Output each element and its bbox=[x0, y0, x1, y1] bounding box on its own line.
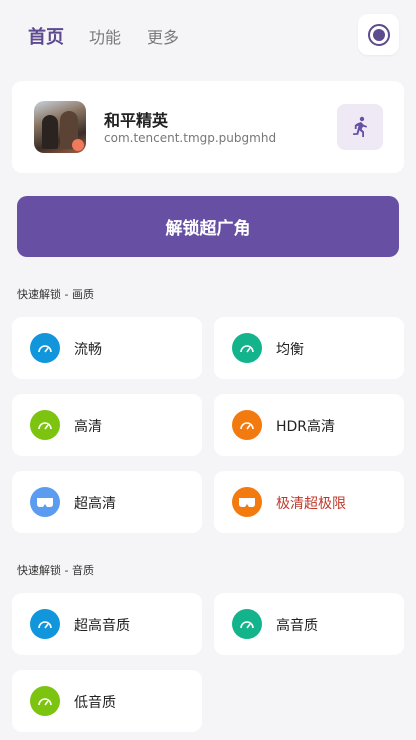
option-smooth[interactable]: 流畅 bbox=[12, 317, 202, 379]
section-title-audio: 快速解锁 - 音质 bbox=[17, 564, 94, 577]
option-label: 超高清 bbox=[74, 496, 116, 512]
option-hd[interactable]: 高清 bbox=[12, 394, 202, 456]
speedometer-icon bbox=[232, 410, 262, 440]
speedometer-icon bbox=[30, 333, 60, 363]
vr-goggles-icon bbox=[30, 487, 60, 517]
option-ultra-hd[interactable]: 超高清 bbox=[12, 471, 202, 533]
speedometer-icon bbox=[30, 410, 60, 440]
app-card[interactable]: 和平精英 com.tencent.tmgp.pubgmhd bbox=[12, 81, 404, 173]
option-label: HDR高清 bbox=[276, 419, 336, 435]
option-low-audio[interactable]: 低音质 bbox=[12, 670, 202, 732]
speedometer-icon bbox=[232, 609, 262, 639]
option-high-audio[interactable]: 高音质 bbox=[214, 593, 404, 655]
tab-more[interactable]: 更多 bbox=[147, 24, 179, 48]
option-label: 流畅 bbox=[74, 342, 102, 358]
app-name: 和平精英 bbox=[104, 111, 169, 130]
option-balanced[interactable]: 均衡 bbox=[214, 317, 404, 379]
tab-features[interactable]: 功能 bbox=[89, 24, 121, 48]
option-extreme[interactable]: 极清超极限 bbox=[214, 471, 404, 533]
option-label: 低音质 bbox=[74, 695, 116, 711]
tab-home[interactable]: 首页 bbox=[28, 23, 64, 49]
option-label: 高清 bbox=[74, 419, 102, 435]
section-title-graphics: 快速解锁 - 画质 bbox=[17, 288, 94, 301]
app-icon bbox=[34, 101, 86, 153]
speedometer-icon bbox=[30, 609, 60, 639]
option-label: 均衡 bbox=[276, 342, 304, 358]
option-label: 极清超极限 bbox=[276, 496, 346, 512]
app-package: com.tencent.tmgp.pubgmhd bbox=[104, 131, 277, 145]
option-label: 超高音质 bbox=[74, 618, 130, 634]
record-button[interactable] bbox=[358, 14, 399, 55]
top-bar: 首页 功能 更多 bbox=[0, 0, 416, 70]
running-person-icon bbox=[353, 116, 367, 137]
speedometer-icon bbox=[30, 686, 60, 716]
unlock-wide-angle-button[interactable]: 解锁超广角 bbox=[17, 196, 399, 257]
speedometer-icon bbox=[232, 333, 262, 363]
vr-goggles-icon bbox=[232, 487, 262, 517]
option-label: 高音质 bbox=[276, 618, 318, 634]
record-icon bbox=[367, 23, 390, 46]
option-hdr-hd[interactable]: HDR高清 bbox=[214, 394, 404, 456]
launch-button[interactable] bbox=[337, 104, 383, 150]
option-ultra-audio[interactable]: 超高音质 bbox=[12, 593, 202, 655]
